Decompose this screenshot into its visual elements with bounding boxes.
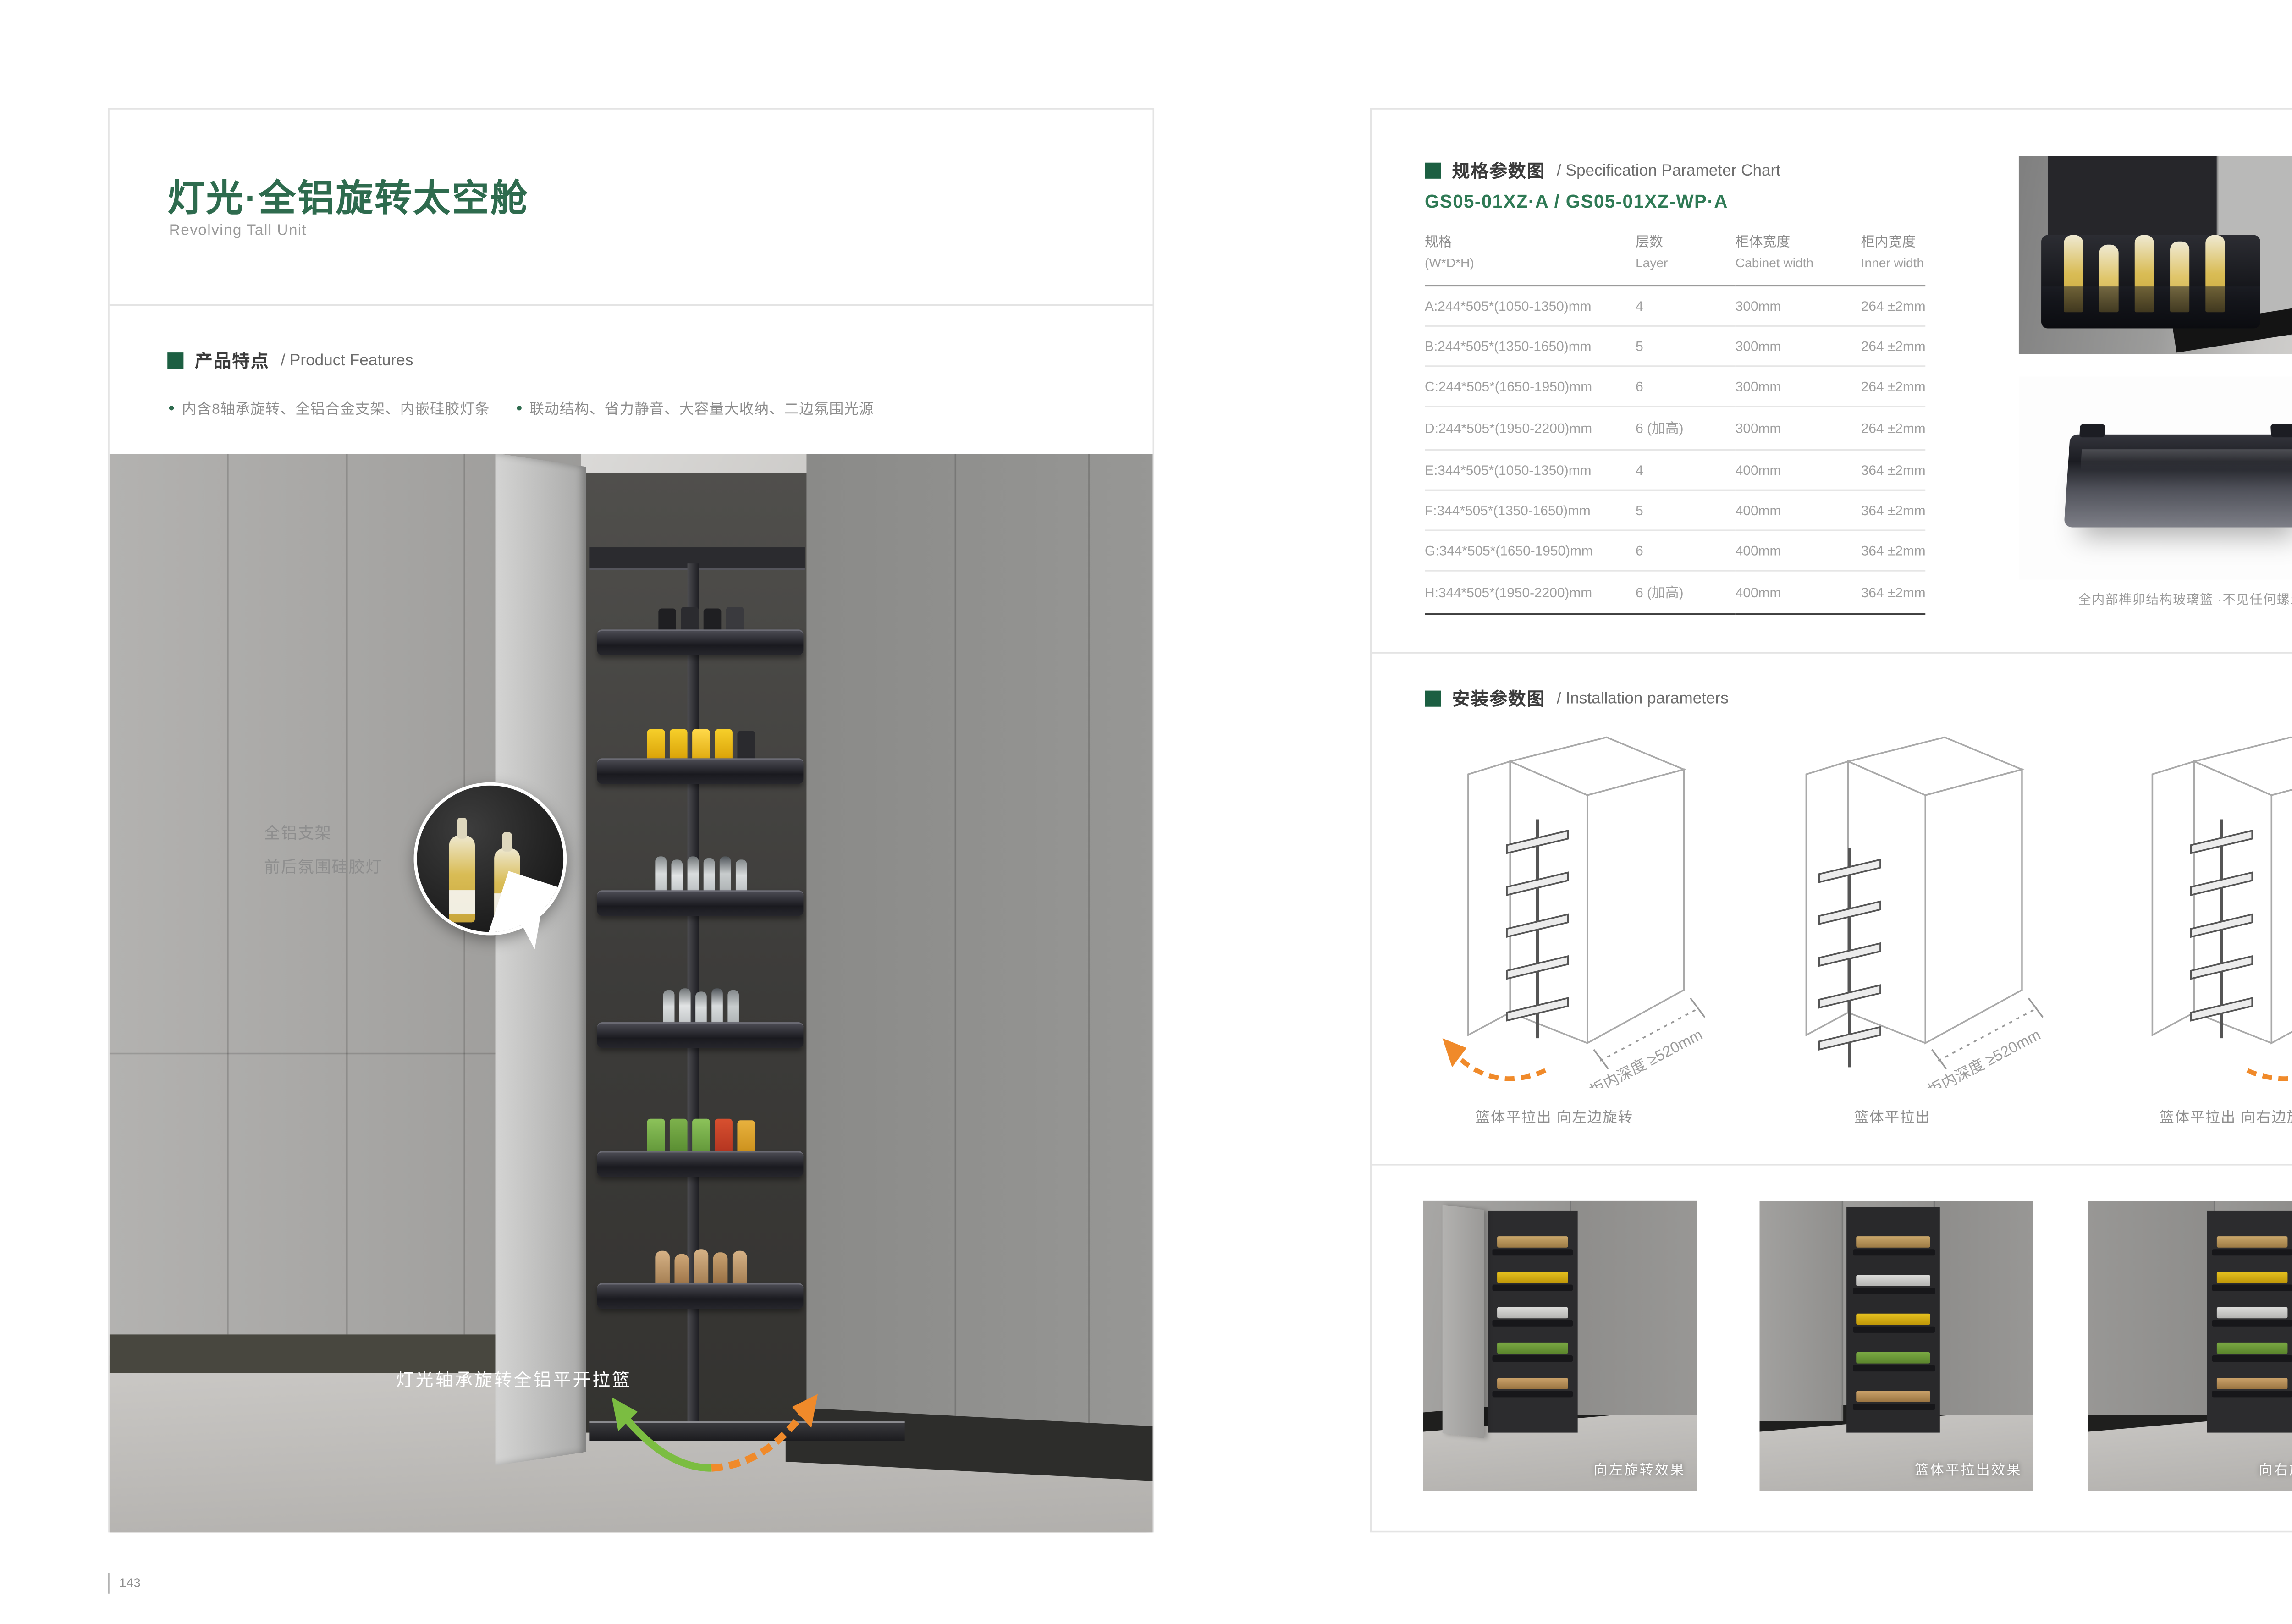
basket bbox=[597, 581, 804, 655]
catalog-spread: 灯光·全铝旋转太空舱 Revolving Tall Unit 产品特点 / Pr… bbox=[0, 0, 2292, 1624]
rotation-arrows bbox=[576, 1387, 834, 1484]
features-heading: 产品特点 / Product Features bbox=[167, 348, 413, 374]
table-row: C:244*505*(1650-1950)mm6300mm264 ±2mm bbox=[1425, 366, 1925, 407]
open-door bbox=[495, 454, 586, 1465]
model-number: GS05-01XZ·A / GS05-01XZ-WP·A bbox=[1425, 193, 1728, 212]
col-header: 柜内宽度Inner width bbox=[1861, 229, 1925, 286]
diagram-caption: 篮体平拉出 bbox=[1736, 1106, 2050, 1127]
green-square-icon bbox=[1425, 163, 1441, 179]
spec-photo-glass-basket bbox=[2019, 377, 2292, 579]
table-header-row: 规格(W*D*H) 层数Layer 柜体宽度Cabinet width 柜内宽度… bbox=[1425, 229, 1925, 286]
install-diagram-right bbox=[2082, 726, 2292, 1088]
divider bbox=[110, 304, 1153, 306]
feature-item: 内含8轴承旋转、全铝合金支架、内嵌硅胶灯条 bbox=[169, 397, 490, 418]
table-row: E:344*505*(1050-1350)mm4400mm364 ±2mm bbox=[1425, 450, 1925, 490]
col-header: 层数Layer bbox=[1636, 229, 1736, 286]
spec-heading: 规格参数图 / Specification Parameter Chart bbox=[1425, 158, 1780, 183]
feature-item: 联动结构、省力静音、大容量大收纳、二边氛围光源 bbox=[517, 397, 874, 418]
page-title: 灯光·全铝旋转太空舱 bbox=[167, 167, 529, 222]
photo-annotation: 灯光轴承旋转全铝平开拉篮 bbox=[396, 1367, 632, 1393]
install-heading: 安装参数图 / Installation parameters bbox=[1425, 686, 1729, 711]
svg-text:柜内深度 ≥520mm: 柜内深度 ≥520mm bbox=[1587, 1026, 1705, 1088]
install-diagram-middle: 柜内深度 ≥520mm bbox=[1736, 726, 2050, 1088]
basket bbox=[597, 974, 804, 1048]
divider bbox=[1372, 1164, 2292, 1166]
spec-photo-caption: 全内部榫卯结构玻璃篮 ·不见任何螺丝 bbox=[2019, 591, 2292, 609]
table-row: B:244*505*(1350-1650)mm5300mm264 ±2mm bbox=[1425, 326, 1925, 366]
callout-label: 全铝支架 前后氛围硅胶灯 bbox=[264, 818, 382, 885]
diagram-caption: 篮体平拉出 向右边旋转 bbox=[2082, 1106, 2292, 1127]
table-row: F:344*505*(1350-1650)mm5400mm364 ±2mm bbox=[1425, 490, 1925, 530]
effect-photo-left-rotate: 向左旋转效果 bbox=[1423, 1201, 1697, 1491]
basket bbox=[597, 710, 804, 784]
bullet-icon bbox=[169, 406, 174, 411]
table-row: G:344*505*(1650-1950)mm6400mm364 ±2mm bbox=[1425, 530, 1925, 571]
pagenum-bar bbox=[108, 1573, 110, 1594]
bullet-icon bbox=[517, 406, 522, 411]
page-subtitle: Revolving Tall Unit bbox=[169, 222, 307, 240]
green-square-icon bbox=[1425, 691, 1441, 707]
table-row: H:344*505*(1950-2200)mm6 (加高)400mm364 ±2… bbox=[1425, 571, 1925, 614]
photo-caption: 篮体平拉出效果 bbox=[1915, 1460, 2022, 1479]
main-product-photo: 全铝支架 前后氛围硅胶灯 灯光轴承旋转全铝平开拉篮 bbox=[110, 454, 1153, 1532]
right-cabinet bbox=[806, 454, 1152, 1448]
green-square-icon bbox=[167, 352, 183, 369]
effect-photo-pullout: 篮体平拉出效果 bbox=[1760, 1201, 2033, 1491]
col-header: 规格(W*D*H) bbox=[1425, 229, 1636, 286]
photo-caption: 向左旋转效果 bbox=[1594, 1460, 1686, 1479]
col-header: 柜体宽度Cabinet width bbox=[1736, 229, 1861, 286]
svg-text:柜内深度 ≥520mm: 柜内深度 ≥520mm bbox=[1925, 1026, 2044, 1088]
divider bbox=[1372, 652, 2292, 654]
diagram-caption: 篮体平拉出 向左边旋转 bbox=[1397, 1106, 1711, 1127]
right-page: 规格参数图 / Specification Parameter Chart GS… bbox=[1370, 108, 2292, 1532]
basket bbox=[597, 1235, 804, 1309]
basket bbox=[597, 842, 804, 916]
page-number-left: 143 bbox=[108, 1573, 141, 1594]
table-row: A:244*505*(1050-1350)mm4300mm264 ±2mm bbox=[1425, 286, 1925, 326]
photo-caption: 向右旋转效果 bbox=[2259, 1460, 2292, 1479]
table-row: D:244*505*(1950-2200)mm6 (加高)300mm264 ±2… bbox=[1425, 407, 1925, 450]
spec-photo-basket bbox=[2019, 156, 2292, 354]
left-page: 灯光·全铝旋转太空舱 Revolving Tall Unit 产品特点 / Pr… bbox=[108, 108, 1154, 1532]
install-diagram-left: 柜内深度 ≥520mm bbox=[1397, 726, 1711, 1088]
basket bbox=[597, 1103, 804, 1177]
effect-photo-right-rotate: 向右旋转效果 bbox=[2088, 1201, 2292, 1491]
spec-table: 规格(W*D*H) 层数Layer 柜体宽度Cabinet width 柜内宽度… bbox=[1425, 229, 1925, 615]
